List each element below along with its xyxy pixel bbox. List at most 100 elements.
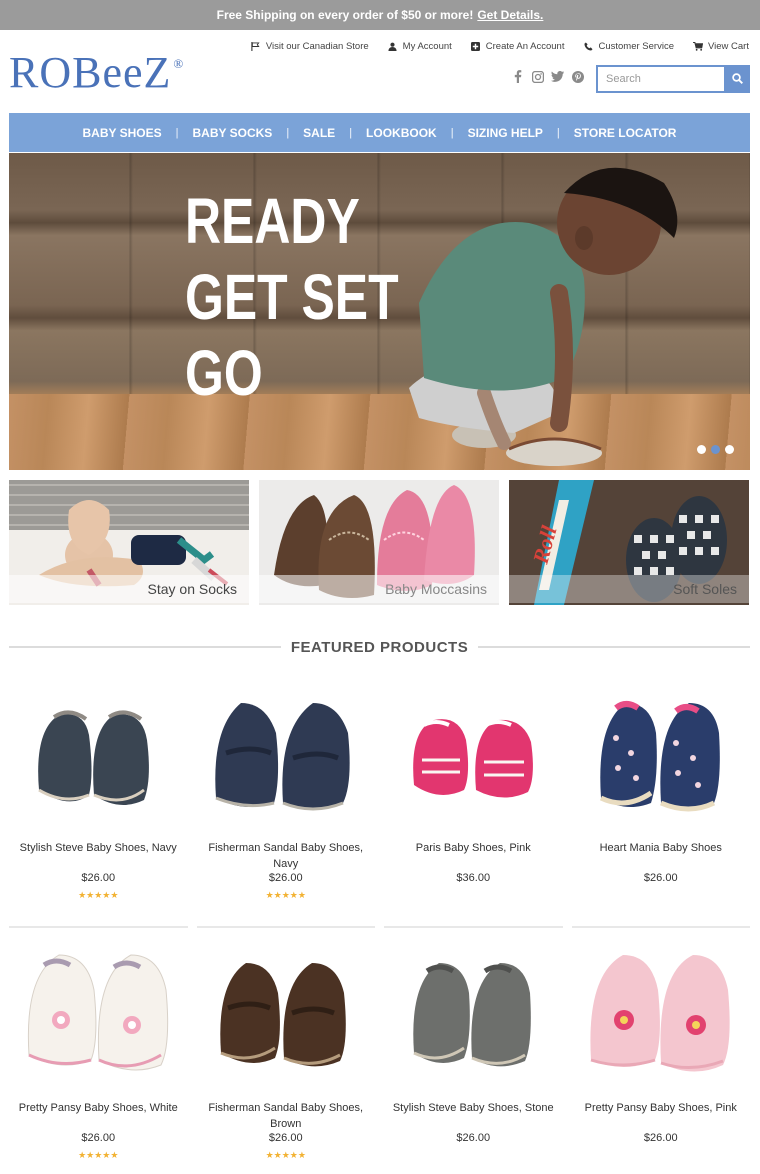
nav-separator: | [556,126,560,139]
category-label: Soft Soles [509,575,749,603]
phone-icon [583,42,593,52]
product-row: Pretty Pansy Baby Shoes, White $26.00 ★★… [9,945,750,1174]
product-card[interactable]: Paris Baby Shoes, Pink $36.00 [384,685,563,915]
utility-links: Visit our Canadian Store My Account Crea… [251,41,749,52]
my-account-link[interactable]: My Account [388,41,452,52]
nav-sale[interactable]: SALE [289,126,349,140]
row-divider [9,926,750,928]
search-icon [731,72,743,87]
product-image [197,685,376,825]
hero-line-1: READY [185,185,360,257]
user-icon [388,42,398,52]
nav-separator: | [349,126,353,139]
product-price: $26.00 [268,872,303,884]
create-account-label: Create An Account [485,41,565,52]
rating-stars: ★★★★★ [78,1150,119,1160]
hero-line-3: GO [185,337,263,409]
product-name: Fisherman Sandal Baby Shoes, Navy [208,842,364,870]
product-card[interactable]: Heart Mania Baby Shoes $26.00 [572,685,751,915]
product-image [572,945,751,1085]
customer-service-label: Customer Service [598,41,674,52]
plus-square-icon [471,42,481,52]
logo-text: ROBeeZ [9,48,172,97]
twitter-icon[interactable] [551,70,564,83]
canadian-store-link[interactable]: Visit our Canadian Store [251,41,369,52]
category-tiles: Stay on Socks Baby Moccasins Roll Soft S… [9,480,750,605]
product-card[interactable]: Fisherman Sandal Baby Shoes, Brown $26.0… [197,945,376,1174]
rating-stars: ★★★★★ [78,890,119,900]
product-image [384,685,563,825]
cart-icon [693,42,703,52]
product-name: Fisherman Sandal Baby Shoes, Brown [208,1102,364,1130]
nav-baby-shoes[interactable]: BABY SHOES [69,126,176,140]
social-links [511,70,584,83]
featured-title: FEATURED PRODUCTS [290,638,469,656]
flag-icon [251,42,261,52]
slide-dot-2[interactable] [711,445,720,454]
hero-banner[interactable]: READY GET SET GO [9,153,750,470]
search-bar [596,65,750,93]
product-price: $36.00 [456,872,491,884]
promo-text: Free Shipping on every order of $50 or m… [216,8,474,22]
hero-toddler-photo [409,167,678,466]
product-card[interactable]: Pretty Pansy Baby Shoes, Pink $26.00 [572,945,751,1174]
search-input[interactable] [596,65,724,93]
category-soft-soles[interactable]: Roll Soft Soles [509,480,749,605]
product-name: Stylish Steve Baby Shoes, Stone [392,1102,554,1114]
product-price: $26.00 [643,872,678,884]
product-price: $26.00 [643,1132,678,1144]
hero-slide-dots [697,445,734,454]
pinterest-icon[interactable] [571,70,584,83]
hero-line-2: GET SET [185,261,399,333]
category-stay-on-socks[interactable]: Stay on Socks [9,480,249,605]
product-name: Heart Mania Baby Shoes [599,842,722,854]
rating-stars: ★★★★★ [265,1150,306,1160]
hero-headline: READY GET SET GO [185,183,399,411]
product-name: Paris Baby Shoes, Pink [415,842,531,854]
heading-rule [9,646,281,648]
product-name: Pretty Pansy Baby Shoes, Pink [584,1102,737,1114]
view-cart-link[interactable]: View Cart [693,41,749,52]
facebook-icon[interactable] [511,70,524,83]
product-price: $26.00 [456,1132,491,1144]
product-name: Pretty Pansy Baby Shoes, White [18,1102,178,1114]
my-account-label: My Account [402,41,452,52]
product-image [384,945,563,1085]
product-card[interactable]: Pretty Pansy Baby Shoes, White $26.00 ★★… [9,945,188,1174]
nav-separator: | [450,126,454,139]
product-image [572,685,751,825]
category-label: Stay on Socks [9,575,249,603]
product-price: $26.00 [268,1132,303,1144]
nav-separator: | [175,126,179,139]
category-baby-moccasins[interactable]: Baby Moccasins [259,480,499,605]
product-image [9,685,188,825]
promo-bar: Free Shipping on every order of $50 or m… [0,0,760,30]
logo-registered-mark: ® [173,56,184,71]
product-card[interactable]: Fisherman Sandal Baby Shoes, Navy $26.00… [197,685,376,915]
view-cart-label: View Cart [707,41,749,52]
category-label: Baby Moccasins [259,575,499,603]
rating-stars: ★★★★★ [265,890,306,900]
search-button[interactable] [724,65,750,93]
product-card[interactable]: Stylish Steve Baby Shoes, Stone $26.00 [384,945,563,1174]
product-name: Stylish Steve Baby Shoes, Navy [19,842,177,854]
product-image [197,945,376,1085]
slide-dot-3[interactable] [725,445,734,454]
product-row: Stylish Steve Baby Shoes, Navy $26.00 ★★… [9,685,750,915]
slide-dot-1[interactable] [697,445,706,454]
product-card[interactable]: Stylish Steve Baby Shoes, Navy $26.00 ★★… [9,685,188,915]
create-account-link[interactable]: Create An Account [471,41,565,52]
customer-service-link[interactable]: Customer Service [583,41,674,52]
instagram-icon[interactable] [531,70,544,83]
robeez-logo[interactable]: ROBeeZ ® [9,50,183,96]
promo-details-link[interactable]: Get Details. [477,8,543,22]
product-price: $26.00 [81,1132,116,1144]
nav-store-locator[interactable]: STORE LOCATOR [560,126,691,140]
nav-separator: | [286,126,290,139]
product-price: $26.00 [81,872,116,884]
nav-lookbook[interactable]: LOOKBOOK [352,126,451,140]
nav-baby-socks[interactable]: BABY SOCKS [179,126,287,140]
nav-sizing-help[interactable]: SIZING HELP [454,126,557,140]
heading-rule [478,646,751,648]
featured-products-heading: FEATURED PRODUCTS [9,636,751,658]
